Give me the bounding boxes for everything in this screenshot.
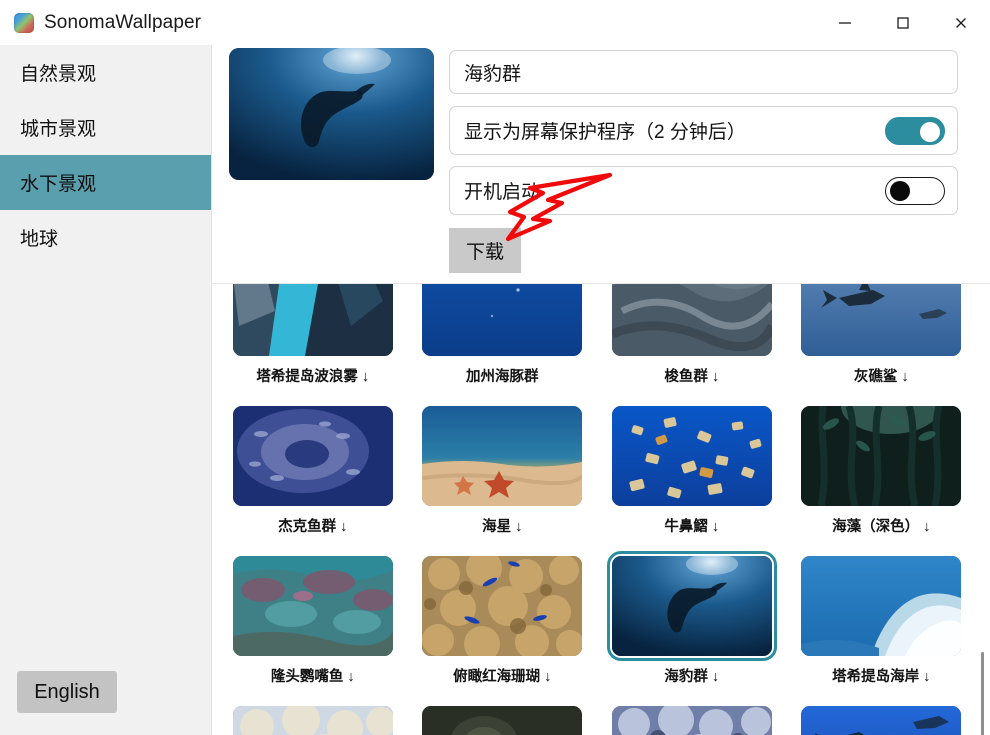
wallpaper-cell[interactable]: 海星 ↓ — [408, 406, 598, 536]
thumb-art-tahiti-coast — [801, 556, 962, 656]
sidebar-item-nature[interactable]: 自然景观 — [0, 45, 211, 100]
thumb-art-kelp-dark — [801, 406, 962, 506]
download-button[interactable]: 下载 — [449, 228, 521, 273]
gallery-scrollbar-track[interactable] — [978, 288, 988, 735]
language-button[interactable]: English — [17, 671, 117, 713]
wallpaper-cell[interactable]: 隆头鹦嘴鱼 ↓ — [218, 556, 408, 686]
wallpaper-thumbnail[interactable] — [232, 706, 393, 735]
thumb-art-jellyfish-gold — [232, 706, 393, 735]
wallpaper-caption: 俯瞰红海珊瑚 ↓ — [453, 669, 552, 685]
toggle-knob — [890, 180, 910, 201]
thumb-art-tahiti-mist — [232, 284, 393, 356]
minimize-icon — [839, 21, 851, 24]
sidebar-item-label: 水下景观 — [20, 174, 97, 195]
wallpaper-thumbnail[interactable] — [801, 706, 962, 735]
wallpaper-cell[interactable]: 俯瞰红海珊瑚 ↓ — [408, 556, 598, 686]
wallpaper-cell[interactable]: 牛鼻鰼 ↓ — [597, 406, 787, 536]
wallpaper-caption: 塔希提岛海岸 ↓ — [832, 669, 931, 685]
wallpaper-caption: 海豹群 ↓ — [664, 669, 720, 685]
preview-thumbnail[interactable] — [229, 48, 434, 180]
wallpaper-caption: 梭鱼群 ↓ — [664, 369, 720, 385]
app-window: SonomaWallpaper 自然景观 城市景观 水下景观 地球 Englis… — [0, 0, 990, 735]
wallpaper-cell[interactable] — [787, 706, 977, 735]
sidebar-item-label: 城市景观 — [20, 119, 97, 140]
startup-setting-row[interactable]: 开机启动 — [449, 166, 958, 215]
wallpaper-thumbnail[interactable] — [422, 556, 583, 656]
wallpaper-thumbnail[interactable] — [801, 556, 962, 656]
wallpaper-cell-selected[interactable]: 海豹群 ↓ — [597, 551, 787, 686]
thumb-art-barracuda — [611, 284, 772, 356]
wallpaper-thumbnail[interactable] — [801, 406, 962, 506]
wallpaper-cell[interactable]: 塔希提岛海岸 ↓ — [787, 556, 977, 686]
sidebar-item-city[interactable]: 城市景观 — [0, 100, 211, 155]
wallpaper-cell[interactable]: 灰礁鲨 ↓ — [787, 284, 977, 386]
wallpaper-cell[interactable] — [408, 706, 598, 735]
wallpaper-thumbnail[interactable] — [422, 406, 583, 506]
thumb-art-dark-cave — [422, 706, 583, 735]
thumb-art-dolphins-deep — [422, 284, 583, 356]
wallpaper-cell[interactable]: 杰克鱼群 ↓ — [218, 406, 408, 536]
wallpaper-cell[interactable] — [597, 706, 787, 735]
thumb-art-seal — [611, 556, 772, 656]
wallpaper-caption: 灰礁鲨 ↓ — [853, 369, 909, 385]
thumb-art-reef-shark — [801, 284, 962, 356]
thumb-art-starfish — [422, 406, 583, 506]
startup-toggle[interactable] — [885, 176, 945, 205]
wallpaper-thumbnail[interactable] — [606, 551, 777, 661]
minimize-button[interactable] — [816, 0, 874, 45]
gallery-scrollbar-thumb[interactable] — [981, 652, 984, 735]
thumb-art-cownose-ray — [611, 406, 772, 506]
wallpaper-caption: 海藻（深色） ↓ — [832, 519, 931, 535]
wallpaper-cell[interactable]: 加州海豚群 — [408, 284, 598, 386]
toggle-knob — [920, 121, 940, 142]
wallpaper-name-field[interactable]: 海豹群 — [449, 50, 958, 94]
screensaver-toggle[interactable] — [885, 116, 945, 145]
sidebar-item-earth[interactable]: 地球 — [0, 210, 211, 265]
wallpaper-cell[interactable]: 海藻（深色） ↓ — [787, 406, 977, 536]
wallpaper-thumbnail[interactable] — [611, 706, 772, 735]
detail-panel: 海豹群 显示为屏幕保护程序（2 分钟后） 开机启动 下载 — [212, 45, 990, 283]
wallpaper-thumbnail[interactable] — [232, 406, 393, 506]
window-controls — [816, 0, 990, 45]
preview-image — [229, 48, 434, 180]
wallpaper-caption: 加州海豚群 — [466, 369, 539, 385]
thumb-art-jellyfish-blue — [611, 706, 772, 735]
wallpaper-name-value: 海豹群 — [464, 63, 522, 85]
close-icon — [956, 17, 966, 28]
wallpaper-thumbnail[interactable] — [232, 556, 393, 656]
wallpaper-caption: 隆头鹦嘴鱼 ↓ — [270, 669, 355, 685]
thumb-art-dolphins-blue — [801, 706, 962, 735]
maximize-button[interactable] — [874, 0, 932, 45]
app-logo-icon — [14, 12, 34, 33]
wallpaper-cell[interactable] — [218, 706, 408, 735]
wallpaper-thumbnail[interactable] — [422, 284, 583, 356]
title-bar: SonomaWallpaper — [0, 0, 990, 45]
wallpaper-thumbnail[interactable] — [611, 406, 772, 506]
wallpaper-thumbnail[interactable] — [611, 284, 772, 356]
wallpaper-caption: 海星 ↓ — [482, 519, 523, 535]
sidebar-item-label: 地球 — [20, 229, 59, 250]
sidebar: 自然景观 城市景观 水下景观 地球 English — [0, 45, 212, 735]
wallpaper-grid: 塔希提岛波浪雾 ↓ 加州海豚群 梭鱼群 ↓ 灰礁鲨 ↓ 杰克鱼群 ↓ 海星 ↓ … — [212, 284, 990, 735]
wallpaper-gallery[interactable]: 塔希提岛波浪雾 ↓ 加州海豚群 梭鱼群 ↓ 灰礁鲨 ↓ 杰克鱼群 ↓ 海星 ↓ … — [212, 284, 990, 735]
startup-label: 开机启动 — [464, 182, 541, 203]
wallpaper-caption: 杰克鱼群 ↓ — [278, 519, 348, 535]
close-button[interactable] — [932, 0, 990, 45]
wallpaper-cell[interactable]: 梭鱼群 ↓ — [597, 284, 787, 386]
thumb-art-red-sea-coral — [422, 556, 583, 656]
window-title: SonomaWallpaper — [44, 11, 202, 33]
sidebar-item-label: 自然景观 — [20, 64, 97, 85]
screensaver-setting-row[interactable]: 显示为屏幕保护程序（2 分钟后） — [449, 106, 958, 155]
wallpaper-thumbnail[interactable] — [422, 706, 583, 735]
wallpaper-caption: 牛鼻鰼 ↓ — [664, 519, 720, 535]
thumb-art-parrotfish — [232, 556, 393, 656]
wallpaper-cell[interactable]: 塔希提岛波浪雾 ↓ — [218, 284, 408, 386]
screensaver-label: 显示为屏幕保护程序（2 分钟后） — [464, 122, 746, 143]
maximize-icon — [897, 16, 909, 29]
wallpaper-caption: 塔希提岛波浪雾 ↓ — [256, 369, 370, 385]
wallpaper-thumbnail[interactable] — [232, 284, 393, 356]
wallpaper-thumbnail[interactable] — [801, 284, 962, 356]
thumb-art-jackfish — [232, 406, 393, 506]
sidebar-item-underwater[interactable]: 水下景观 — [0, 155, 211, 210]
